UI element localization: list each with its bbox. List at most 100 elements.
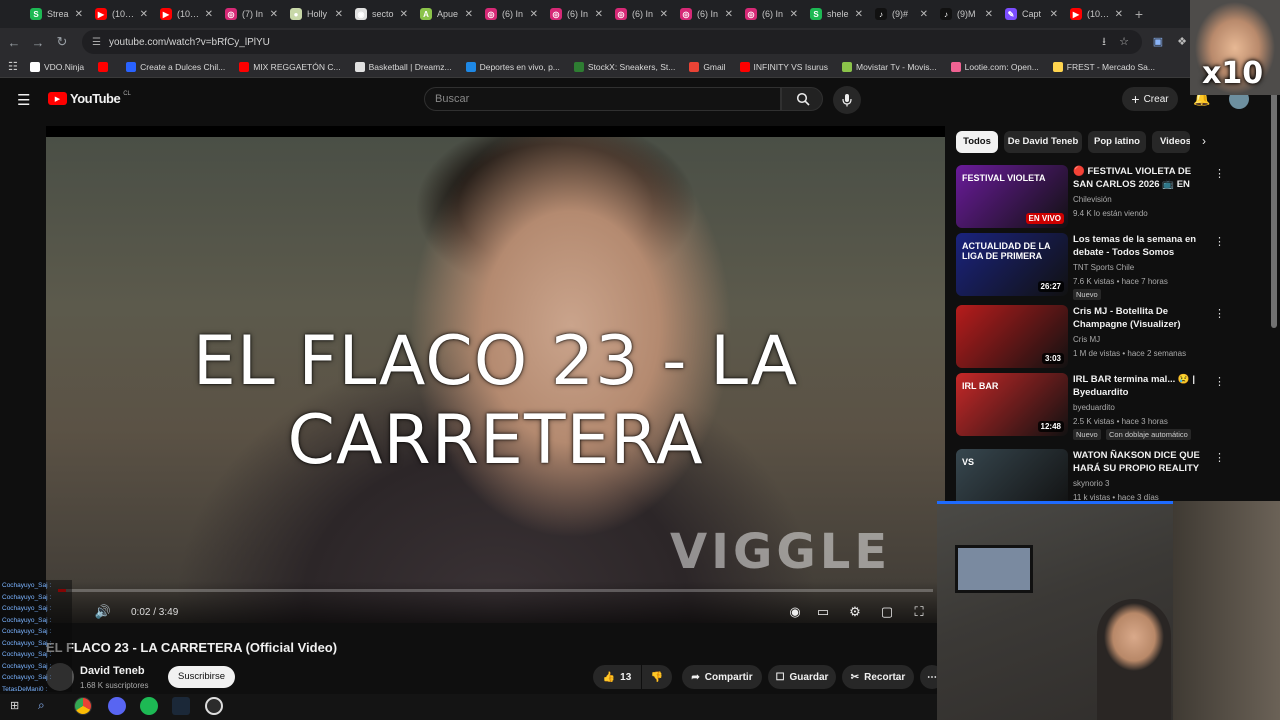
- browser-tab[interactable]: ✎ Capt ✕: [999, 1, 1064, 27]
- chip-videos[interactable]: Videos: [1152, 131, 1190, 153]
- puzzle-icon[interactable]: ❖: [1174, 34, 1190, 50]
- bookmark-item[interactable]: FREST - Mercado Sa...: [1052, 61, 1155, 72]
- clip-button[interactable]: ✂ Recortar: [842, 665, 914, 689]
- recommended-title[interactable]: Cris MJ - Botellita De Champagne (Visual…: [1073, 305, 1205, 331]
- recommended-title[interactable]: IRL BAR termina mal... 😢 | Byeduardito: [1073, 373, 1205, 399]
- browser-tab[interactable]: ▶ (10) Y ✕: [89, 1, 154, 27]
- close-tab-icon[interactable]: ✕: [465, 9, 473, 20]
- more-vert-icon[interactable]: ⋮: [1214, 451, 1225, 464]
- obs-icon[interactable]: [205, 697, 223, 715]
- close-tab-icon[interactable]: ✕: [985, 9, 993, 20]
- bookmark-item[interactable]: Basketball | Dreamz...: [354, 61, 452, 72]
- like-button[interactable]: 👍 13: [593, 665, 641, 689]
- subscribe-button[interactable]: Suscribirse: [168, 666, 235, 688]
- browser-tab[interactable]: ● Holly ✕: [284, 1, 349, 27]
- close-tab-icon[interactable]: ✕: [400, 9, 408, 20]
- close-tab-icon[interactable]: ✕: [855, 9, 863, 20]
- bookmark-item[interactable]: MIX REGGAETÓN C...: [239, 61, 341, 72]
- browser-tab[interactable]: ◎ (6) In ✕: [544, 1, 609, 27]
- recommended-channel[interactable]: skynorio 3: [1073, 479, 1109, 488]
- browser-tab[interactable]: ◉ secto ✕: [349, 1, 414, 27]
- browser-tab[interactable]: ◎ (6) In ✕: [739, 1, 804, 27]
- volume-icon[interactable]: 🔊: [94, 603, 112, 621]
- bookmark-item[interactable]: Movistar Tv - Movis...: [842, 61, 937, 72]
- bookmark-item[interactable]: Deportes en vivo, p...: [465, 61, 560, 72]
- recommended-channel[interactable]: Chilevisión: [1073, 195, 1112, 204]
- close-tab-icon[interactable]: ✕: [335, 9, 343, 20]
- recommended-channel[interactable]: byeduardito: [1073, 403, 1115, 412]
- site-info-icon[interactable]: ☰: [92, 37, 101, 48]
- browser-tab[interactable]: ◎ (6) In ✕: [674, 1, 739, 27]
- chevron-right-icon[interactable]: ›: [1202, 134, 1206, 148]
- recommended-video[interactable]: IRL BAR 12:48 IRL BAR termina mal... 😢 | B…: [956, 373, 1225, 440]
- spotify-icon[interactable]: [140, 697, 158, 715]
- bookmark-item[interactable]: VDO.Ninja: [30, 61, 84, 72]
- install-app-icon[interactable]: ⭳: [1096, 34, 1112, 50]
- create-button[interactable]: + Crear: [1122, 87, 1178, 111]
- bookmark-star-icon[interactable]: ☆: [1116, 34, 1132, 50]
- share-button[interactable]: ➦ Compartir: [682, 665, 762, 689]
- close-tab-icon[interactable]: ✕: [790, 9, 798, 20]
- close-tab-icon[interactable]: ✕: [1050, 9, 1058, 20]
- more-vert-icon[interactable]: ⋮: [1214, 375, 1225, 388]
- browser-tab[interactable]: Sshele ✕: [804, 1, 869, 27]
- recommended-channel[interactable]: Cris MJ: [1073, 335, 1100, 344]
- channel-name[interactable]: David Teneb: [80, 665, 145, 677]
- browser-tab[interactable]: S Strea ✕: [24, 1, 89, 27]
- video-thumbnail[interactable]: FESTIVAL VIOLETA EN VIVO: [956, 165, 1068, 228]
- youtube-logo[interactable]: ▶ YouTube CL: [48, 91, 131, 106]
- close-tab-icon[interactable]: ✕: [660, 9, 668, 20]
- browser-tab[interactable]: ▶ (10) Y ✕: [154, 1, 219, 27]
- recommended-title[interactable]: WATON ÑAKSON DICE QUE HARÁ SU PROPIO REA…: [1073, 449, 1205, 475]
- chip-pop-latino[interactable]: Pop latino: [1088, 131, 1146, 153]
- more-vert-icon[interactable]: ⋮: [1214, 167, 1225, 180]
- discord-icon[interactable]: [108, 697, 126, 715]
- close-tab-icon[interactable]: ✕: [920, 9, 928, 20]
- browser-tab[interactable]: ◎ (7) In ✕: [219, 1, 284, 27]
- chip-todos[interactable]: Todos: [956, 131, 998, 153]
- dislike-button[interactable]: 👎: [642, 665, 672, 689]
- steam-icon[interactable]: [172, 697, 190, 715]
- close-tab-icon[interactable]: ✕: [595, 9, 603, 20]
- bookmark-item[interactable]: INFINITY VS Isurus: [739, 61, 828, 72]
- bookmark-item[interactable]: Create a Dulces Chil...: [126, 61, 225, 72]
- video-thumbnail[interactable]: IRL BAR 12:48: [956, 373, 1068, 436]
- video-thumbnail[interactable]: 3:03: [956, 305, 1068, 368]
- voice-search-button[interactable]: [833, 86, 861, 114]
- apps-grid-icon[interactable]: ☷: [8, 60, 18, 73]
- recommended-channel[interactable]: TNT Sports Chile: [1073, 263, 1134, 272]
- close-tab-icon[interactable]: ✕: [530, 9, 538, 20]
- forward-icon[interactable]: →: [26, 35, 50, 50]
- bookmark-item[interactable]: Gmail: [689, 61, 726, 72]
- browser-tab[interactable]: A Apue ✕: [414, 1, 479, 27]
- new-tab-icon[interactable]: +: [1129, 6, 1149, 22]
- start-icon[interactable]: ⊞: [10, 699, 19, 712]
- close-tab-icon[interactable]: ✕: [270, 9, 278, 20]
- recommended-title[interactable]: 🔴 FESTIVAL VIOLETA DE SAN CARLOS 2026 📺 …: [1073, 165, 1205, 191]
- browser-tab[interactable]: ◎ (6) In ✕: [609, 1, 674, 27]
- video-player[interactable]: EL FLACO 23 - LA CARRETERA VIGGLE 🔊 0:02…: [46, 126, 945, 623]
- back-icon[interactable]: ←: [2, 35, 26, 50]
- reload-icon[interactable]: ↻: [50, 34, 74, 50]
- more-vert-icon[interactable]: ⋮: [1214, 235, 1225, 248]
- chrome-icon[interactable]: [74, 697, 92, 715]
- bookmark-item[interactable]: StockX: Sneakers, St...: [573, 61, 675, 72]
- autoplay-toggle-icon[interactable]: ◉: [786, 603, 804, 621]
- video-thumbnail[interactable]: ACTUALIDAD DE LA LIGA DE PRIMERA 26:27: [956, 233, 1068, 296]
- recommended-video[interactable]: 3:03 Cris MJ - Botellita De Champagne (Vi…: [956, 305, 1225, 369]
- progress-bar[interactable]: [58, 589, 933, 592]
- fullscreen-icon[interactable]: ⛶: [910, 603, 928, 621]
- scrollbar[interactable]: [1271, 92, 1277, 328]
- captions-icon[interactable]: ▭: [814, 603, 832, 621]
- browser-tab[interactable]: ♪ (9)M ✕: [934, 1, 999, 27]
- browser-tab[interactable]: ♪ (9)# ✕: [869, 1, 934, 27]
- settings-gear-icon[interactable]: ⚙: [846, 603, 864, 621]
- search-taskbar-icon[interactable]: ⌕: [38, 698, 45, 713]
- save-button[interactable]: ☐ Guardar: [768, 665, 836, 689]
- chip-de-david-teneb[interactable]: De David Teneb: [1004, 131, 1082, 153]
- theater-mode-icon[interactable]: ▢: [878, 603, 896, 621]
- search-button[interactable]: [781, 87, 823, 111]
- close-tab-icon[interactable]: ✕: [205, 9, 213, 20]
- search-input[interactable]: Buscar: [424, 87, 781, 111]
- menu-icon[interactable]: ☰: [17, 91, 30, 109]
